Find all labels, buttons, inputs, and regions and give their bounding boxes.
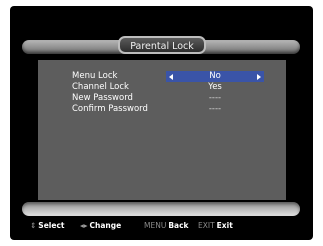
- menu-lock-label: Menu Lock: [72, 71, 118, 81]
- channel-lock-value[interactable]: Yes: [166, 82, 264, 93]
- arrow-left-icon[interactable]: [169, 74, 173, 80]
- confirm-password-label: Confirm Password: [72, 104, 148, 114]
- footer-bar: [22, 202, 300, 216]
- confirm-password-field[interactable]: ----: [166, 104, 264, 115]
- hint-exit: EXIT Exit: [198, 220, 233, 232]
- hint-select: ⇕ Select: [30, 220, 64, 232]
- menu-lock-row[interactable]: Menu Lock No: [38, 71, 286, 82]
- hint-back-label: Back: [168, 221, 189, 230]
- settings-panel: Menu Lock No Channel Lock Yes New Passwo…: [38, 60, 286, 200]
- menu-lock-value-selector[interactable]: No: [166, 71, 264, 82]
- channel-lock-label: Channel Lock: [72, 82, 129, 92]
- new-password-row[interactable]: New Password ----: [38, 93, 286, 104]
- left-right-arrows-icon: ◂▸: [80, 221, 88, 230]
- menu-title: Parental Lock: [118, 36, 206, 54]
- hint-exit-label: Exit: [216, 221, 233, 230]
- new-password-field[interactable]: ----: [166, 93, 264, 104]
- menu-key-label: MENU: [144, 221, 167, 230]
- channel-lock-row[interactable]: Channel Lock Yes: [38, 82, 286, 93]
- hint-select-label: Select: [38, 221, 65, 230]
- hint-change-label: Change: [89, 221, 122, 230]
- hint-back: MENU Back: [144, 220, 189, 232]
- hint-change: ◂▸ Change: [80, 220, 121, 232]
- up-down-arrows-icon: ⇕: [30, 221, 37, 230]
- exit-key-label: EXIT: [198, 221, 215, 230]
- menu-lock-value: No: [209, 71, 221, 81]
- confirm-password-row[interactable]: Confirm Password ----: [38, 104, 286, 115]
- new-password-label: New Password: [72, 93, 133, 103]
- arrow-right-icon[interactable]: [257, 74, 261, 80]
